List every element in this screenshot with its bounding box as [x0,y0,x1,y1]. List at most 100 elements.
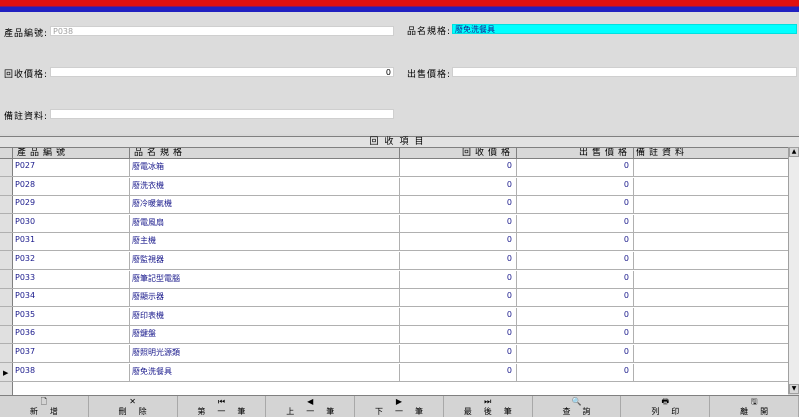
cell-product-no[interactable]: P029 [13,196,130,215]
cell-note[interactable] [634,364,788,382]
cell-note[interactable] [634,271,788,289]
cell-recycle-price[interactable]: 0 [400,363,517,382]
cell-spec[interactable]: 廢主機 [130,233,400,252]
records-grid[interactable]: 產品編號 品名規格 回收價格 出售價格 備註資料 P027 廢電冰箱 0 0 P028 廢… [0,147,788,395]
cell-recycle-price[interactable]: 0 [400,233,517,252]
table-row[interactable]: P031 廢主機 0 0 [0,233,788,252]
cell-spec[interactable]: 廢印表機 [130,307,400,326]
sale-price-label: 出售價格: [407,70,452,80]
cell-sale-price[interactable]: 0 [517,159,634,177]
table-row[interactable]: P030 廢電風扇 0 0 [0,214,788,233]
toolbar-button-8[interactable]: 🖫 離開 [710,396,799,417]
grid-vertical-scrollbar[interactable]: ▲ ▼ [788,147,799,394]
cell-product-no[interactable]: P030 [13,214,130,233]
cell-note[interactable] [634,289,788,307]
table-row[interactable]: P033 廢筆記型電腦 0 0 [0,270,788,289]
cell-product-no[interactable]: P035 [13,307,130,326]
toolbar-button-0[interactable]: 🗋 新增 [0,396,89,417]
cell-spec[interactable]: 廢冷暖氣機 [130,196,400,215]
cell-sale-price[interactable]: 0 [517,252,634,270]
cell-recycle-price[interactable]: 0 [400,214,517,233]
product-no-label: 產品編號: [4,29,49,39]
recycle-price-field[interactable]: 0 [50,67,394,77]
cell-note[interactable] [634,326,788,344]
cell-note[interactable] [634,345,788,363]
cell-product-no[interactable]: P034 [13,289,130,308]
cell-spec[interactable]: 廢照明光源類 [130,345,400,363]
cell-product-no[interactable]: P036 [13,326,130,345]
header-product-no[interactable]: 產品編號 [13,148,130,158]
toolbar-button-2[interactable]: ⏮ 第一筆 [178,396,267,417]
table-row[interactable]: P037 廢照明光源類 0 0 [0,345,788,363]
toolbar-button-4[interactable]: ▶ 下一筆 [355,396,444,417]
cell-sale-price[interactable]: 0 [517,289,634,308]
product-no-field[interactable]: P038 [50,26,394,36]
toolbar-button-6[interactable]: 🔍 查詢 [533,396,622,417]
cell-recycle-price[interactable]: 0 [400,270,517,289]
last-record-icon: ⏭ [484,397,492,406]
header-recycle-price[interactable]: 回收價格 [400,148,517,158]
cell-spec[interactable]: 廢鍵盤 [130,326,400,345]
toolbar-button-5[interactable]: ⏭ 最後筆 [444,396,533,417]
spec-field[interactable]: 廢免洗餐具 [452,24,797,34]
cell-recycle-price[interactable]: 0 [400,159,517,177]
cell-sale-price[interactable]: 0 [517,177,634,196]
cell-spec[interactable]: 廢電風扇 [130,214,400,233]
note-field[interactable] [50,109,394,119]
cell-recycle-price[interactable]: 0 [400,177,517,196]
cell-product-no[interactable]: P028 [13,177,130,196]
toolbar-button-7[interactable]: 🖶 列印 [621,396,711,417]
cell-note[interactable] [634,215,788,233]
cell-sale-price[interactable]: 0 [517,326,634,345]
cell-recycle-price[interactable]: 0 [400,345,517,363]
cell-sale-price[interactable]: 0 [517,363,634,382]
recycle-price-label: 回收價格: [4,70,49,80]
header-sale-price[interactable]: 出售價格 [517,148,634,158]
scroll-up-arrow-icon[interactable]: ▲ [789,147,799,157]
cell-product-no[interactable]: P027 [13,159,130,177]
sale-price-field[interactable] [452,67,797,77]
cell-note[interactable] [634,233,788,251]
cell-sale-price[interactable]: 0 [517,270,634,289]
cell-note[interactable] [634,196,788,214]
cell-recycle-price[interactable]: 0 [400,252,517,270]
cell-recycle-price[interactable]: 0 [400,289,517,308]
cell-sale-price[interactable]: 0 [517,345,634,363]
header-note[interactable]: 備註資料 [634,148,788,158]
table-row[interactable]: P036 廢鍵盤 0 0 [0,326,788,345]
cell-note[interactable] [634,159,788,177]
cell-note[interactable] [634,178,788,196]
table-row[interactable]: P034 廢顯示器 0 0 [0,289,788,308]
scroll-down-arrow-icon[interactable]: ▼ [789,384,799,394]
table-row[interactable]: P027 廢電冰箱 0 0 [0,159,788,177]
note-label: 備註資料: [4,112,49,122]
cell-spec[interactable]: 廢筆記型電腦 [130,270,400,289]
cell-product-no[interactable]: P037 [13,345,130,363]
cell-note[interactable] [634,252,788,270]
cell-product-no[interactable]: P032 [13,252,130,270]
cell-product-no[interactable]: P031 [13,233,130,252]
cell-spec[interactable]: 廢顯示器 [130,289,400,308]
toolbar-button-1[interactable]: ✕ 刪除 [89,396,178,417]
cell-recycle-price[interactable]: 0 [400,196,517,215]
cell-product-no[interactable]: P038 [13,363,130,382]
cell-sale-price[interactable]: 0 [517,214,634,233]
cell-sale-price[interactable]: 0 [517,233,634,252]
table-row[interactable]: P028 廢洗衣機 0 0 [0,177,788,196]
cell-spec[interactable]: 廢電冰箱 [130,159,400,177]
toolbar-button-3[interactable]: ◀ 上一筆 [266,396,356,417]
cell-spec[interactable]: 廢洗衣機 [130,177,400,196]
cell-sale-price[interactable]: 0 [517,196,634,215]
cell-note[interactable] [634,308,788,326]
cell-recycle-price[interactable]: 0 [400,307,517,326]
cell-spec[interactable]: 廢免洗餐具 [130,363,400,382]
table-row[interactable]: P029 廢冷暖氣機 0 0 [0,196,788,215]
cell-recycle-price[interactable]: 0 [400,326,517,345]
header-spec[interactable]: 品名規格 [130,148,400,158]
table-row[interactable]: P035 廢印表機 0 0 [0,307,788,326]
cell-sale-price[interactable]: 0 [517,307,634,326]
cell-product-no[interactable]: P033 [13,270,130,289]
table-row[interactable]: ▶ P038 廢免洗餐具 0 0 [0,363,788,382]
cell-spec[interactable]: 廢監視器 [130,252,400,270]
table-row[interactable]: P032 廢監視器 0 0 [0,252,788,270]
